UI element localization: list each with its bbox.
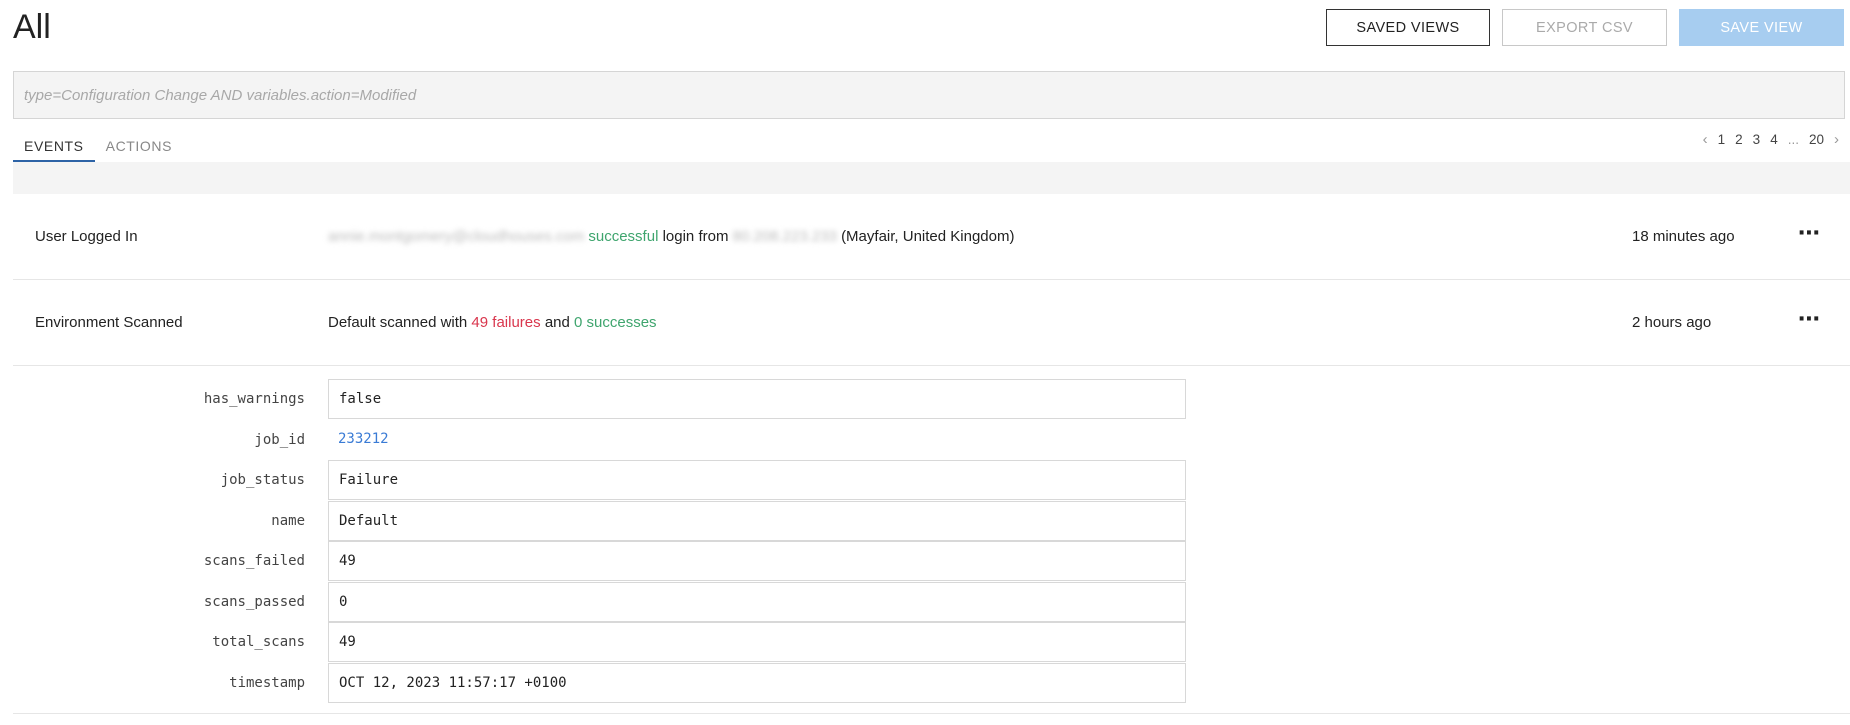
pagination: ‹ 1 2 3 4 ... 20 › — [1698, 131, 1844, 148]
event-description: Default scanned with 49 failures and 0 s… — [328, 314, 657, 331]
event-type: Environment Scanned — [35, 314, 183, 331]
detail-row: scans_failed 49 — [13, 541, 1850, 582]
detail-key: job_id — [254, 431, 305, 448]
detail-row: total_scans 49 — [13, 622, 1850, 663]
event-row[interactable]: Environment Scanned Default scanned with… — [13, 280, 1850, 366]
tab-events[interactable]: EVENTS — [13, 130, 95, 162]
export-csv-button[interactable]: EXPORT CSV — [1502, 9, 1667, 46]
event-time: 2 hours ago — [1632, 314, 1712, 331]
saved-views-button[interactable]: SAVED VIEWS — [1326, 9, 1490, 46]
detail-value: 0 — [328, 581, 1186, 622]
detail-key: total_scans — [212, 634, 305, 650]
page-link-2[interactable]: 2 — [1735, 132, 1743, 147]
next-page-icon[interactable]: › — [1834, 131, 1839, 148]
detail-value: Default — [328, 500, 1186, 541]
scan-prefix: Default scanned with — [328, 314, 468, 331]
redacted-user: annie.montgomery@cloudhouses.com — [328, 228, 585, 245]
detail-key: job_status — [220, 472, 305, 488]
detail-key: timestamp — [229, 674, 305, 691]
redacted-ip: 80.208.223.233 — [732, 228, 837, 245]
event-type: User Logged In — [35, 228, 138, 245]
detail-row: has_warnings false — [13, 379, 1850, 420]
job-id-link[interactable]: 233212 — [328, 420, 1186, 460]
search-bar — [13, 71, 1845, 119]
scan-successes: 0 successes — [574, 314, 657, 331]
detail-value: 49 — [328, 541, 1186, 581]
detail-key: scans_passed — [203, 593, 305, 610]
scan-failures: 49 failures — [471, 314, 541, 331]
page-title: All — [13, 8, 51, 46]
detail-value: Failure — [328, 460, 1186, 500]
page-ellipsis: ... — [1787, 132, 1799, 147]
tab-actions[interactable]: ACTIONS — [95, 130, 183, 162]
search-input[interactable] — [24, 86, 1844, 104]
event-details: has_warnings false job_id 233212 job_sta… — [13, 366, 1850, 714]
event-description: annie.montgomery@cloudhouses.com success… — [328, 228, 1014, 245]
detail-row: scans_passed 0 — [13, 581, 1850, 623]
detail-key: scans_failed — [203, 553, 305, 569]
tab-bar: EVENTS ACTIONS — [13, 130, 183, 162]
detail-value: 49 — [328, 622, 1186, 662]
login-from-text: login from — [662, 228, 729, 245]
detail-value: false — [328, 379, 1186, 419]
event-row[interactable]: User Logged In annie.montgomery@cloudhou… — [13, 194, 1850, 280]
event-list: User Logged In annie.montgomery@cloudhou… — [13, 194, 1850, 714]
detail-row: job_id 233212 — [13, 420, 1850, 461]
more-options-icon[interactable]: ⋯ — [1798, 220, 1820, 246]
detail-row: timestamp OCT 12, 2023 11:57:17 +0100 — [13, 662, 1850, 704]
event-time: 18 minutes ago — [1632, 228, 1735, 245]
login-location: (Mayfair, United Kingdom) — [841, 228, 1015, 245]
detail-value: OCT 12, 2023 11:57:17 +0100 — [328, 662, 1186, 703]
detail-row: name Default — [13, 500, 1850, 542]
scan-and: and — [544, 314, 570, 331]
detail-row: job_status Failure — [13, 460, 1850, 501]
detail-key: has_warnings — [203, 391, 305, 407]
save-view-button[interactable]: SAVE VIEW — [1679, 9, 1844, 46]
login-status: successful — [588, 228, 659, 245]
prev-page-icon[interactable]: ‹ — [1703, 131, 1708, 148]
page-link-4[interactable]: 4 — [1770, 132, 1778, 147]
page-link-20[interactable]: 20 — [1809, 132, 1824, 147]
page-link-3[interactable]: 3 — [1753, 132, 1761, 147]
detail-key: name — [271, 512, 305, 529]
page-link-1[interactable]: 1 — [1718, 132, 1726, 147]
more-options-icon[interactable]: ⋯ — [1798, 306, 1820, 332]
gray-band — [13, 162, 1850, 194]
